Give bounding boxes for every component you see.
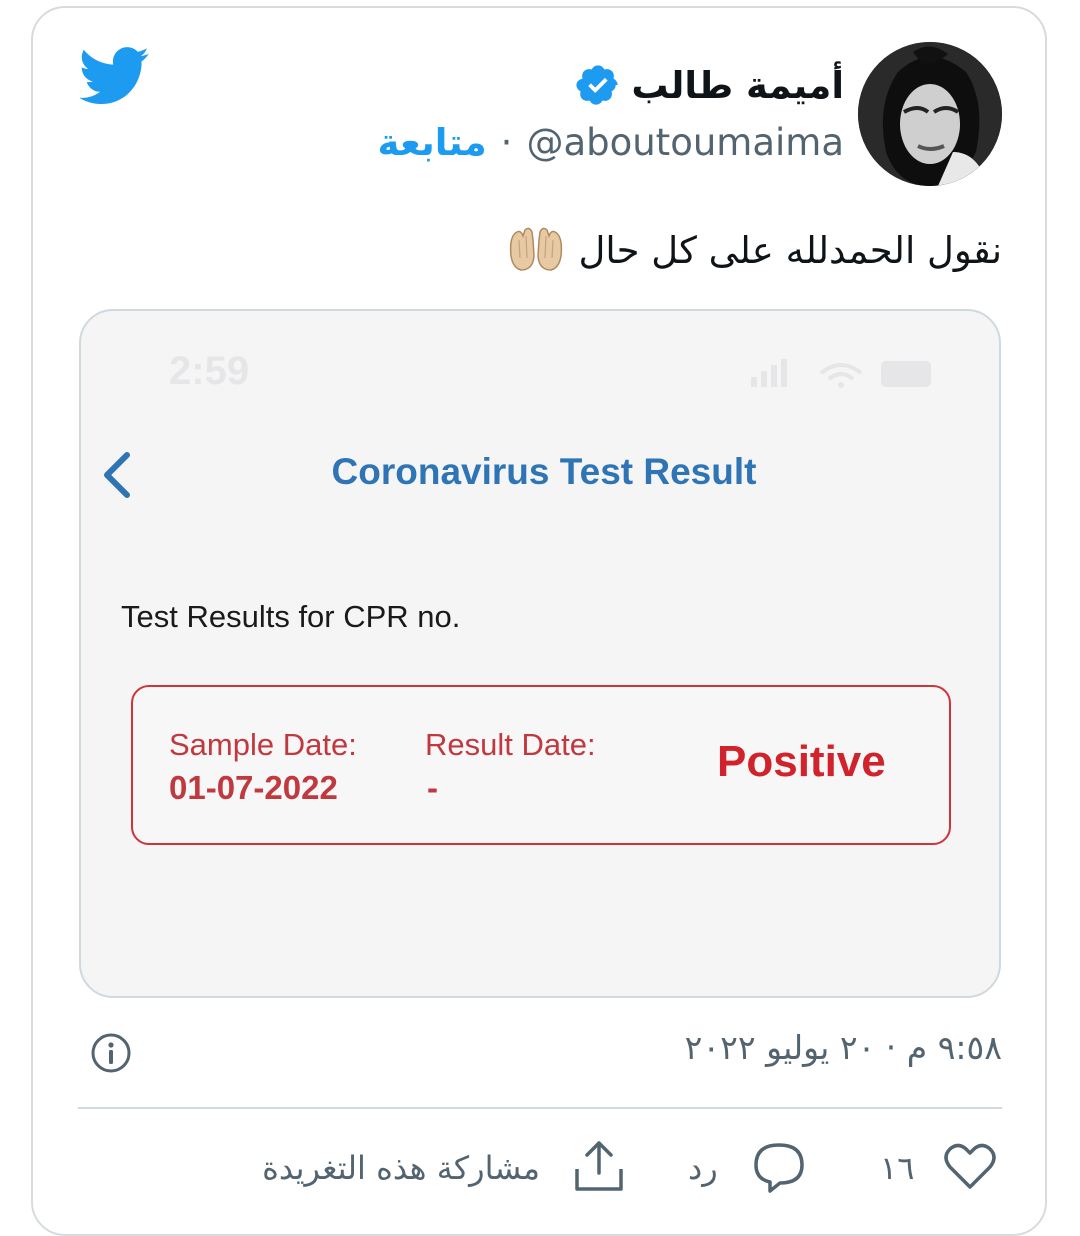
separator-dot: ·	[500, 120, 513, 164]
result-date-label: Result Date:	[425, 727, 596, 762]
reply-bubble-icon[interactable]	[752, 1141, 806, 1193]
heart-icon[interactable]	[944, 1143, 996, 1191]
reply-label[interactable]: رد	[688, 1149, 718, 1187]
follow-button[interactable]: متابعة	[378, 121, 487, 164]
like-count[interactable]: ١٦	[880, 1149, 914, 1187]
cpr-label: Test Results for CPR no.	[121, 599, 461, 634]
sample-date-label: Sample Date:	[169, 727, 357, 762]
twitter-bird-icon[interactable]	[80, 46, 150, 106]
result-box: Sample Date: 01-07-2022 Result Date: - P…	[131, 685, 951, 845]
author-name[interactable]: أميمة طالب	[631, 64, 844, 107]
share-label[interactable]: مشاركة هذه التغريدة	[262, 1149, 540, 1187]
status-icons	[751, 359, 931, 388]
author-handle[interactable]: @aboutoumaima	[526, 121, 844, 164]
avatar[interactable]	[858, 42, 1002, 186]
author-row: أميمة طالب	[575, 58, 844, 112]
tweet-body: نقول الحمدلله على كل حال	[578, 228, 1003, 272]
media-screenshot[interactable]: 2:59 Coronavirus Test Result Test Result…	[79, 309, 1001, 998]
tweet-timestamp[interactable]: ٩:٥٨ م · ٢٠ يوليو ٢٠٢٢	[685, 1028, 1002, 1067]
avatar-portrait	[858, 42, 1002, 186]
tweet-text: نقول الحمدلله على كل حال	[507, 222, 1003, 278]
sample-date-value: 01-07-2022	[169, 769, 338, 806]
result-date-value: -	[427, 769, 438, 806]
status-time: 2:59	[169, 349, 250, 393]
screen-title: Coronavirus Test Result	[331, 451, 757, 492]
palms-up-together-emoji	[509, 227, 562, 271]
info-icon[interactable]	[90, 1032, 132, 1074]
share-upload-icon[interactable]	[572, 1139, 626, 1193]
verified-badge-icon	[576, 65, 619, 105]
divider	[78, 1107, 1002, 1109]
action-bar: ١٦ رد مشاركة هذه التغريدة	[0, 1135, 1080, 1205]
handle-row: @aboutoumaima · متابعة	[378, 116, 844, 168]
result-status: Positive	[717, 737, 886, 786]
